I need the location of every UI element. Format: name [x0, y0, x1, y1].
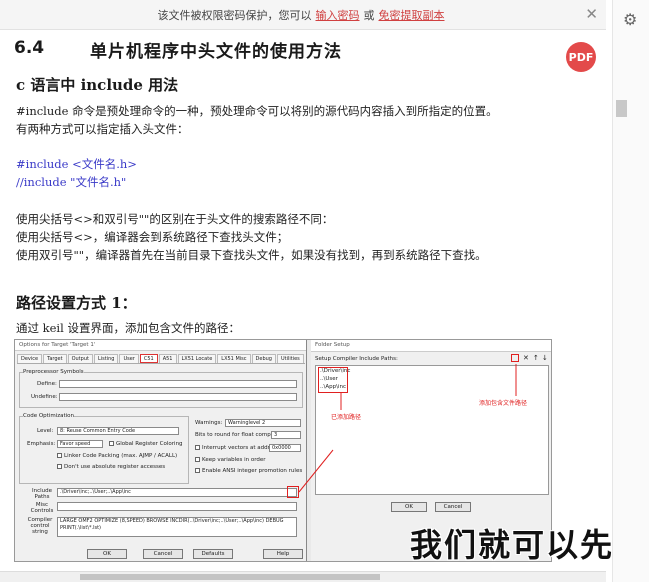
notice-text: 该文件被权限密码保护，您可以 [157, 8, 312, 22]
document-page: 6.4 单片机程序中头文件的使用方法 PDF c 语言中 include 用法 … [0, 30, 606, 582]
extract-copy-link[interactable]: 免密提取副本 [379, 7, 445, 23]
password-notice-bar: 该文件被权限密码保护，您可以 输入密码 或 免密提取副本 ✕ [0, 0, 606, 30]
enter-password-link[interactable]: 输入密码 [316, 7, 360, 23]
paragraph-6: 通过 keil 设置界面，添加包含文件的路径： [16, 321, 240, 335]
right-rail: ⚙ [612, 0, 649, 582]
section-number: 6.4 [14, 38, 45, 58]
paragraph-2: 有两种方式可以指定插入头文件： [16, 122, 189, 136]
pdf-tool-icon[interactable]: PDF [566, 42, 596, 72]
close-icon[interactable]: ✕ [585, 5, 598, 23]
code-line-1: #include <文件名.h> [16, 157, 137, 171]
vertical-scrollbar-thumb[interactable] [616, 100, 627, 117]
code-line-2: //include "文件名.h" [16, 175, 127, 189]
notice-or: 或 [363, 8, 375, 22]
horizontal-scrollbar[interactable] [0, 571, 606, 582]
section-title: 单片机程序中头文件的使用方法 [90, 42, 342, 62]
paragraph-4: 使用尖括号<>，编译器会到系统路径下查找头文件； [16, 230, 289, 244]
path-setup-heading: 路径设置方式 1： [16, 294, 137, 312]
settings-icon[interactable]: ⚙ [623, 10, 637, 29]
paragraph-5: 使用双引号""，编译器首先在当前目录下查找头文件，如果没有找到，再到系统路径下查… [16, 248, 487, 262]
paragraph-1: #include 命令是预处理命令的一种，预处理命令可以将别的源代码内容插入到所… [16, 104, 498, 118]
include-heading: c 语言中 include 用法 [16, 76, 179, 94]
horizontal-scrollbar-thumb[interactable] [80, 574, 380, 580]
paragraph-3: 使用尖括号<>和双引号""的区别在于头文件的搜索路径不同： [16, 212, 334, 226]
video-subtitle-overlay: 我们就可以先 [410, 526, 615, 564]
